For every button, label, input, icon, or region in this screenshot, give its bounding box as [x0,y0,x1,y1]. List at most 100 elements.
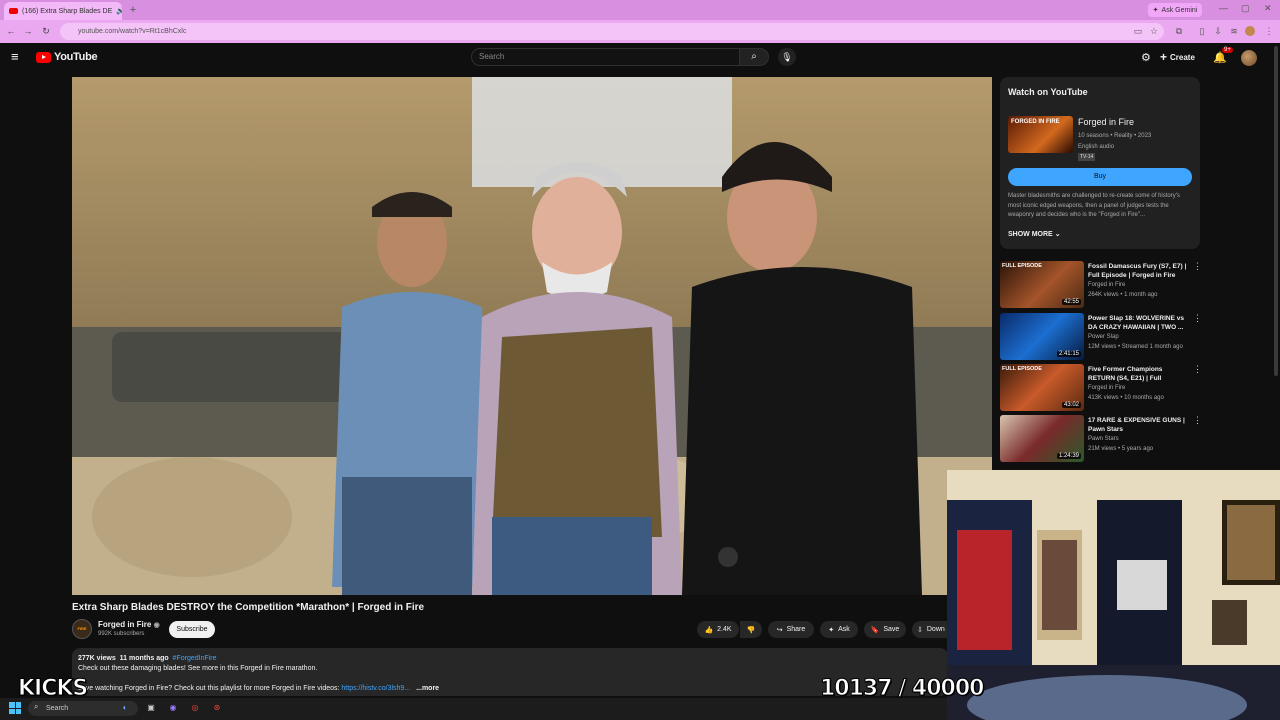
sidebar-icon[interactable]: ▯ [1197,26,1207,36]
video-frame [72,77,992,595]
create-label: Create [1170,52,1195,62]
show-thumbnail[interactable]: FORGED IN FIRE [1008,116,1073,153]
channel-avatar[interactable]: FIRE [72,619,92,639]
create-button[interactable]: + Create [1160,49,1195,65]
recommendation-channel[interactable]: Power Slap [1088,334,1119,340]
recommendation-title[interactable]: Fossil Damascus Fury (S7, E7) | Full Epi… [1088,262,1188,280]
windows-start-icon[interactable] [9,702,21,714]
close-window-icon[interactable]: ✕ [1264,3,1272,14]
playlist-link[interactable]: https://histv.co/3lsh9... [341,685,410,692]
buy-button[interactable]: Buy [1008,168,1192,186]
recommendation-item[interactable]: FULL EPISODE 42:55 Fossil Damascus Fury … [1000,261,1210,311]
new-tab-button[interactable]: + [126,3,140,17]
search-icon[interactable]: ⌕ [739,48,769,66]
youtube-logo[interactable]: YouTube [36,51,98,63]
bookmark-star-icon[interactable]: ☆ [1149,26,1159,36]
recommendation-channel[interactable]: Pawn Stars [1088,436,1119,442]
profile-switch-icon[interactable]: ≋ [1229,26,1239,36]
recommendation-title[interactable]: Power Slap 18: WOLVERINE vs DA CRAZY HAW… [1088,314,1188,332]
recommendation-thumbnail[interactable]: 2:41:15 [1000,313,1084,360]
taskbar-search-icon: ⌕ [34,702,39,711]
more-actions-icon[interactable]: ⋮ [1193,261,1202,272]
more-actions-icon[interactable]: ⋮ [1193,313,1202,324]
back-icon[interactable]: ← [5,25,17,37]
browser-profile-avatar[interactable] [1245,26,1255,36]
recommendation-channel[interactable]: Forged in Fire [1088,282,1125,288]
chrome-icon[interactable]: ◎ [188,701,202,715]
show-meta-line-1: 10 seasons • Reality • 2023 [1078,133,1152,139]
cast-icon[interactable]: ⚙ [1141,51,1151,64]
channel-name[interactable]: Forged in Fire ◉ [98,620,160,629]
show-description: Master bladesmiths are challenged to re-… [1008,193,1180,218]
download-button[interactable]: ⇩ Down [912,621,947,638]
recommendation-title[interactable]: Five Former Champions RETURN (S4, E21) |… [1088,365,1188,383]
sparkle-icon: ✦ [828,626,835,634]
video-player[interactable] [72,77,992,595]
recommendation-channel[interactable]: Forged in Fire [1088,385,1125,391]
recommendation-thumbnail[interactable]: FULL EPISODE 42:55 [1000,261,1084,308]
taskbar-app-icon[interactable]: ◐ [118,701,132,715]
cast-tab-icon[interactable]: ▭ [1133,26,1143,36]
upload-date: 11 months ago [119,655,169,662]
menu-icon[interactable]: ≡ [11,50,25,63]
microphone-icon[interactable]: 🎙 [778,48,796,66]
share-label: Share [786,626,806,633]
more-actions-icon[interactable]: ⋮ [1193,415,1202,426]
like-button[interactable]: 👍 2.4K [697,621,739,638]
recommendation-thumbnail[interactable]: 1:24:39 [1000,415,1084,462]
recommendation-thumbnail[interactable]: FULL EPISODE 43:02 [1000,364,1084,411]
browser-tab[interactable]: (166) Extra Sharp Blades DE 🔊 ✕ [4,2,122,20]
task-view-icon[interactable]: ▣ [144,701,158,715]
recommendation-meta: 413K views • 10 months ago [1088,395,1164,401]
duration-badge: 1:24:39 [1056,453,1081,459]
ask-button[interactable]: ✦ Ask [820,621,858,638]
minimize-icon[interactable]: — [1219,3,1228,13]
rating-badge: TV-14 [1078,153,1096,161]
ask-label: Ask [838,626,850,633]
panel-heading: Watch on YouTube [1008,87,1088,97]
save-button[interactable]: 🔖 Save [864,621,906,638]
more-actions-icon[interactable]: ⋮ [1193,364,1202,375]
extensions-icon[interactable]: ⧉ [1174,26,1184,36]
download-icon: ⇩ [917,626,923,634]
page-scrollbar[interactable] [1274,46,1278,376]
subscribe-button[interactable]: Subscribe [169,621,215,638]
verified-icon: ◉ [153,622,160,629]
duration-badge: 2:41:15 [1056,351,1081,357]
show-more-label: SHOW MORE [1008,231,1053,238]
more-link[interactable]: ...more [416,685,439,692]
webcam-feed [947,470,1280,720]
share-button[interactable]: ↪ Share [768,621,814,638]
dislike-button[interactable]: 👎 [740,621,762,638]
forward-icon[interactable]: → [22,25,34,37]
recommendation-title[interactable]: 17 RARE & EXPENSIVE GUNS | Pawn Stars [1088,416,1188,434]
description-box[interactable]: 277K views 11 months ago #ForgedInFire C… [72,648,948,696]
discord-icon[interactable]: ◉ [166,701,180,715]
recommendation-item[interactable]: FULL EPISODE 43:02 Five Former Champions… [1000,364,1210,414]
user-avatar[interactable] [1241,50,1257,66]
view-count: 277K views [78,655,116,662]
browser-menu-icon[interactable]: ⋮ [1264,26,1274,36]
webcam-overlay [947,470,1280,720]
address-bar[interactable]: youtube.com/watch?v=Rt1cBhCxlc [60,23,1164,40]
logo-text: YouTube [54,51,98,63]
obs-icon[interactable]: ⊛ [210,701,224,715]
maximize-icon[interactable]: ▢ [1241,3,1250,14]
ask-gemini-button[interactable]: ✦ Ask Gemini [1148,3,1202,17]
hashtag-link[interactable]: #ForgedInFire [173,655,217,662]
channel-name-text: Forged in Fire [98,620,152,629]
recommendation-item[interactable]: 2:41:15 Power Slap 18: WOLVERINE vs DA C… [1000,313,1210,363]
windows-taskbar [0,698,947,720]
show-more-button[interactable]: SHOW MORE ⌄ [1008,230,1061,238]
show-title[interactable]: Forged in Fire [1078,117,1134,127]
downloads-icon[interactable]: ⇩ [1213,26,1223,36]
search-input[interactable]: Search [471,48,739,66]
tab-audio-icon[interactable]: 🔊 [116,7,122,15]
duration-badge: 43:02 [1061,402,1081,408]
reload-icon[interactable]: ↻ [40,25,52,37]
recommendation-meta: 21M views • 5 years ago [1088,446,1154,452]
recommendation-item[interactable]: 1:24:39 17 RARE & EXPENSIVE GUNS | Pawn … [1000,415,1210,465]
description-line-2-text: Love watching Forged in Fire? Check out … [78,685,340,692]
full-episode-badge: FULL EPISODE [1002,366,1042,372]
download-label: Down [926,626,945,633]
